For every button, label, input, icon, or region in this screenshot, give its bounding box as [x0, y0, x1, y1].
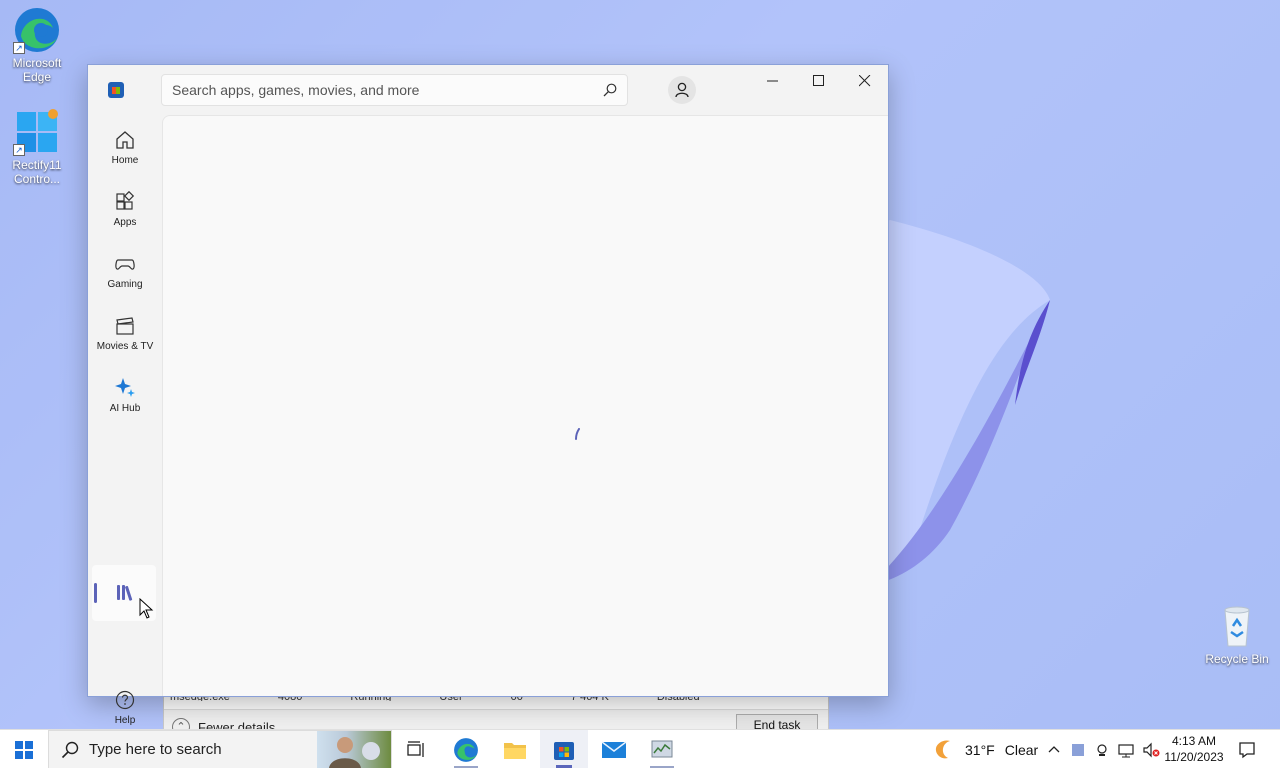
- store-icon: [554, 741, 574, 760]
- store-logo-icon: [108, 82, 124, 98]
- desktop-icon-edge[interactable]: ↗ Microsoft Edge: [1, 6, 73, 84]
- store-content-area: [162, 115, 888, 696]
- system-tray: [1046, 730, 1160, 768]
- maximize-button[interactable]: [796, 65, 842, 97]
- search-icon: [61, 741, 79, 758]
- start-button[interactable]: [0, 730, 48, 768]
- nav-item-library[interactable]: [92, 565, 156, 621]
- close-icon: [859, 75, 871, 87]
- library-icon: [117, 585, 133, 601]
- desktop-icon-rectify11[interactable]: ↗ Rectify11 Contro...: [1, 108, 73, 186]
- search-box[interactable]: [161, 74, 628, 106]
- nav-item-home[interactable]: Home: [92, 123, 158, 179]
- mouse-cursor-icon: [139, 598, 154, 619]
- desktop-icon-label: Microsoft Edge: [12, 56, 62, 84]
- search-icon[interactable]: [603, 83, 617, 97]
- taskbar-search[interactable]: Type here to search: [48, 730, 392, 768]
- taskbar-app-file-explorer[interactable]: [491, 730, 539, 768]
- minimize-button[interactable]: [750, 65, 796, 97]
- desktop-icon-label: Rectify11 Contro...: [12, 158, 62, 186]
- desktop-icon-label: Recycle Bin: [1205, 652, 1269, 666]
- account-avatar[interactable]: [668, 76, 696, 104]
- ai-hub-icon: [115, 378, 135, 397]
- notification-button[interactable]: [1238, 730, 1256, 768]
- edge-icon: [454, 737, 478, 762]
- taskbar-app-mail[interactable]: [590, 730, 638, 768]
- task-manager-icon: [651, 740, 673, 757]
- close-button[interactable]: [842, 65, 888, 97]
- gaming-icon: [115, 259, 135, 270]
- search-input[interactable]: [162, 75, 582, 105]
- recycle-bin-icon: [1213, 602, 1261, 650]
- network-icon[interactable]: [1118, 742, 1136, 758]
- taskbar: Type here to search 31°F Clear 4:13 AM 1…: [0, 729, 1280, 768]
- task-view-button[interactable]: [392, 730, 440, 768]
- nav-item-gaming[interactable]: Gaming: [92, 247, 158, 303]
- taskbar-app-edge[interactable]: [442, 730, 490, 768]
- person-icon: [675, 82, 689, 98]
- nav-item-apps[interactable]: Apps: [92, 185, 158, 241]
- moon-icon: [935, 739, 950, 758]
- movies-icon: [116, 317, 134, 335]
- volume-muted-icon[interactable]: [1142, 742, 1160, 758]
- store-window: Home Apps Gaming Movies & TV AI Hub Help: [87, 64, 889, 726]
- help-icon: [115, 690, 135, 710]
- taskbar-app-task-manager[interactable]: [638, 730, 686, 768]
- task-view-icon: [407, 740, 424, 757]
- rectify11-icon: ↗: [13, 108, 61, 156]
- desktop-icon-recycle-bin[interactable]: Recycle Bin: [1201, 602, 1273, 666]
- taskbar-app-store[interactable]: [540, 730, 588, 768]
- windows-logo-icon: [15, 740, 33, 759]
- minimize-icon: [767, 80, 778, 82]
- nav-item-ai-hub[interactable]: AI Hub: [92, 371, 158, 427]
- system-clock[interactable]: 4:13 AM 11/20/2023: [1160, 733, 1228, 765]
- edge-icon: ↗: [13, 6, 61, 54]
- tray-app-icon[interactable]: [1070, 742, 1086, 758]
- home-icon: [116, 131, 134, 149]
- nav-item-movies-tv[interactable]: Movies & TV: [92, 309, 158, 365]
- selected-indicator: [94, 583, 97, 603]
- apps-icon: [116, 191, 135, 210]
- notification-icon: [1239, 741, 1255, 758]
- webcam-icon[interactable]: [1094, 742, 1110, 758]
- chevron-up-icon[interactable]: [1046, 742, 1062, 758]
- loading-spinner-icon: [575, 428, 580, 440]
- search-highlight-image: [317, 731, 391, 768]
- mail-icon: [601, 740, 627, 758]
- maximize-icon: [813, 75, 824, 86]
- file-explorer-icon: [504, 742, 526, 759]
- weather-widget[interactable]: 31°F Clear: [932, 730, 1038, 768]
